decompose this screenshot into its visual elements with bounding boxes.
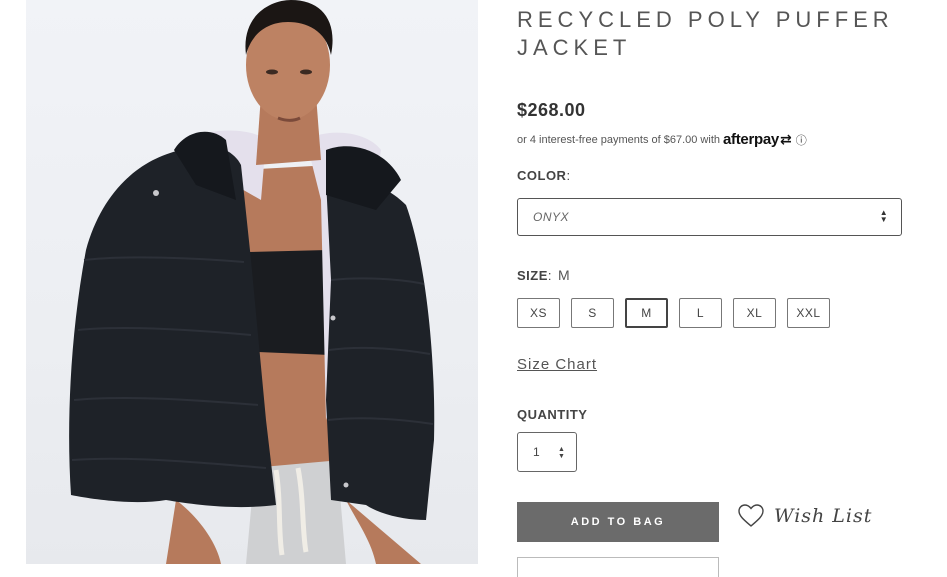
stepper-arrows-icon[interactable]: ▲ ▼	[558, 446, 565, 460]
select-arrows-icon: ▲ ▼	[879, 208, 889, 224]
quantity-value: 1	[533, 445, 540, 459]
size-option-xs[interactable]: XS	[517, 298, 560, 328]
color-select[interactable]: ONYX ▲ ▼	[517, 198, 902, 236]
color-label: COLOR:	[517, 168, 571, 183]
size-options: XS S M L XL XXL	[517, 298, 841, 328]
size-option-m[interactable]: M	[625, 298, 668, 328]
afterpay-logo: afterpay	[723, 131, 779, 148]
quantity-label: QUANTITY	[517, 407, 588, 422]
selected-size-value: M	[558, 267, 570, 283]
size-chart-link[interactable]: Size Chart	[517, 356, 597, 373]
size-option-l[interactable]: L	[679, 298, 722, 328]
afterpay-text: or 4 interest-free payments of $67.00 wi…	[517, 133, 720, 146]
heart-icon	[738, 504, 764, 527]
product-image	[26, 0, 478, 564]
color-select-value: ONYX	[533, 210, 570, 224]
size-label: SIZE: M	[517, 267, 570, 283]
size-option-xxl[interactable]: XXL	[787, 298, 830, 328]
product-price: $268.00	[517, 100, 586, 120]
product-photo-illustration	[69, 0, 435, 564]
add-to-bag-button[interactable]: ADD TO BAG	[517, 502, 719, 542]
quantity-stepper[interactable]: 1 ▲ ▼	[517, 432, 577, 472]
size-option-xl[interactable]: XL	[733, 298, 776, 328]
color-label-text: COLOR	[517, 168, 567, 183]
size-label-text: SIZE	[517, 268, 548, 283]
product-title: RECYCLED POLY PUFFER JACKET	[517, 7, 894, 60]
info-circle-icon[interactable]: ⓘ	[796, 132, 807, 148]
wish-list-label: Wish List	[774, 505, 873, 527]
afterpay-message: or 4 interest-free payments of $67.00 wi…	[517, 131, 807, 148]
secondary-button-partial[interactable]	[517, 557, 719, 577]
size-option-s[interactable]: S	[571, 298, 614, 328]
afterpay-loop-icon: ⇄	[779, 131, 792, 147]
wish-list-button[interactable]: Wish List	[738, 504, 872, 528]
